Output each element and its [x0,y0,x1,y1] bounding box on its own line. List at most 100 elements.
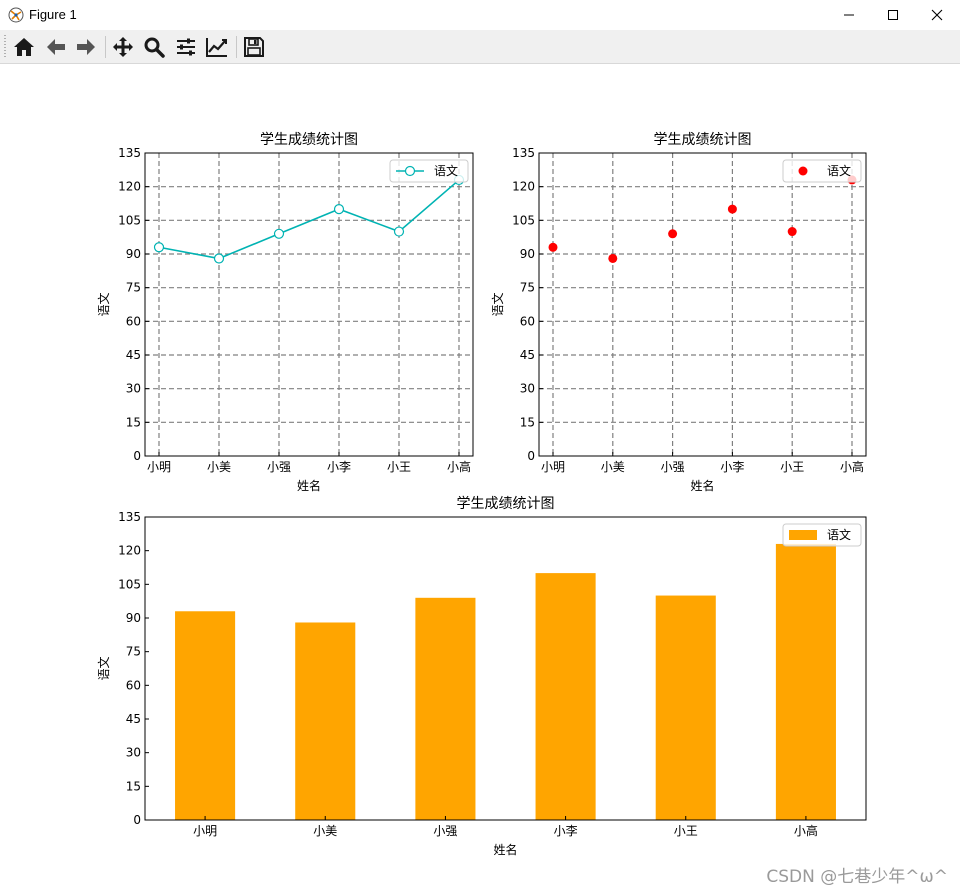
legend-label: 语文 [434,163,458,178]
maximize-icon [888,10,898,20]
line-marker [153,242,165,253]
y-tick-label: 135 [118,146,141,160]
x-tick-label: 小强 [433,824,457,838]
zoom-button[interactable] [141,34,167,60]
edit-axis-icon [206,38,227,57]
y-tick-label: 135 [512,146,535,160]
home-button[interactable] [11,34,37,60]
legend-label: 语文 [827,163,851,178]
edit-axis-button[interactable] [204,34,230,60]
x-tick-label: 小王 [674,824,698,838]
y-tick-label: 30 [126,746,141,760]
chart-title: 学生成绩统计图 [654,132,752,148]
y-tick-label: 90 [520,247,535,261]
window-title: Figure 1 [29,7,77,22]
x-tick-label: 小高 [447,459,471,474]
x-tick-label: 小李 [554,823,578,838]
y-tick-label: 30 [520,382,535,396]
y-tick-label: 105 [118,213,141,227]
legend: 语文 [389,159,469,183]
chart-title: 学生成绩统计图 [457,496,555,512]
toolbar-separator [105,36,106,58]
back-button[interactable] [43,34,69,60]
pan-button[interactable] [110,34,136,60]
app-icon [8,7,24,23]
save-icon [244,37,264,57]
x-tick-label: 小强 [267,460,291,474]
y-tick-label: 0 [527,449,535,463]
bar [775,543,836,820]
y-tick-label: 105 [512,213,535,227]
navigation-toolbar [0,30,960,64]
maximize-button[interactable] [870,0,916,30]
y-tick-label: 45 [126,712,141,726]
bar [655,595,716,820]
chart-scatter: 0 15 30 45 60 75 90 105 120 135 小明 小美 小强 小李 小王 小高 学生成绩统计… [490,132,867,493]
bar [295,622,356,820]
configure-subplots-button[interactable] [173,34,199,60]
x-tick-label: 小高 [794,823,818,838]
legend: 语文 [782,159,862,183]
figure-canvas: 0153045607590105120135小明 小美 小强 小李 小王 小高学生成绩统计… [96,132,867,857]
chart-bar: 0 15 30 45 60 75 90 105 120 135 小明 小美 小强 小李 小王 小高 学生成绩统计… [96,496,867,857]
y-tick-label: 45 [126,348,141,362]
x-tick-label: 小李 [720,459,744,474]
y-tick-label: 30 [126,382,141,396]
chart-line: 0 15 30 45 60 75 90 105 120 135 小明 小美 小强 小李 小王 小高 学生成绩统计… [96,132,474,493]
back-icon [47,39,65,55]
x-axis-label: 姓名 [297,478,321,493]
x-tick-label: 小强 [661,460,685,474]
y-tick-label: 105 [118,577,141,591]
line-marker [213,253,225,264]
legend-marker-swatch [798,166,808,176]
line-marker [333,204,345,215]
y-tick-label: 0 [133,813,141,827]
bar [535,573,596,820]
y-tick-label: 60 [520,314,535,328]
legend-bar-swatch [789,530,817,540]
x-tick-label: 小李 [327,459,351,474]
x-tick-label: 小高 [840,459,864,474]
x-tick-label: 小美 [313,824,337,838]
x-tick-label: 小王 [780,460,804,474]
plot-area [539,153,866,456]
scatter-point [668,229,678,239]
save-button[interactable] [241,34,267,60]
y-tick-label: 120 [118,180,141,194]
y-tick-label: 15 [126,779,141,793]
scatter-point [727,204,737,214]
y-tick-label: 75 [126,645,141,659]
y-tick-label: 120 [118,544,141,558]
line-marker [273,228,285,239]
minimize-button[interactable] [826,0,872,30]
scatter-point [787,227,797,237]
plot-area [145,517,866,820]
y-tick-label: 45 [520,348,535,362]
line-marker [393,226,405,237]
pan-icon [113,37,133,57]
chart-title: 学生成绩统计图 [260,132,358,148]
x-axis-label: 姓名 [493,842,517,857]
y-tick-label: 15 [520,415,535,429]
x-tick-label: 小美 [601,460,625,474]
scatter-point [608,253,618,263]
forward-button[interactable] [73,34,99,60]
y-tick-label: 90 [126,611,141,625]
forward-icon [77,39,95,55]
legend-marker-swatch [404,165,416,177]
y-tick-label: 75 [126,281,141,295]
x-axis-label: 姓名 [690,478,714,493]
y-tick-label: 60 [126,678,141,692]
y-tick-label: 60 [126,314,141,328]
bar [175,611,236,820]
watermark: CSDN @七巷少年^ω^ [766,867,948,887]
y-tick-label: 120 [512,180,535,194]
y-tick-label: 0 [133,449,141,463]
y-tick-label: 90 [126,247,141,261]
y-tick-label: 135 [118,510,141,524]
close-icon [931,9,943,21]
close-button[interactable] [914,0,960,30]
title-bar: Figure 1 [0,0,960,30]
bar [415,597,476,820]
toolbar-grip [4,35,6,59]
